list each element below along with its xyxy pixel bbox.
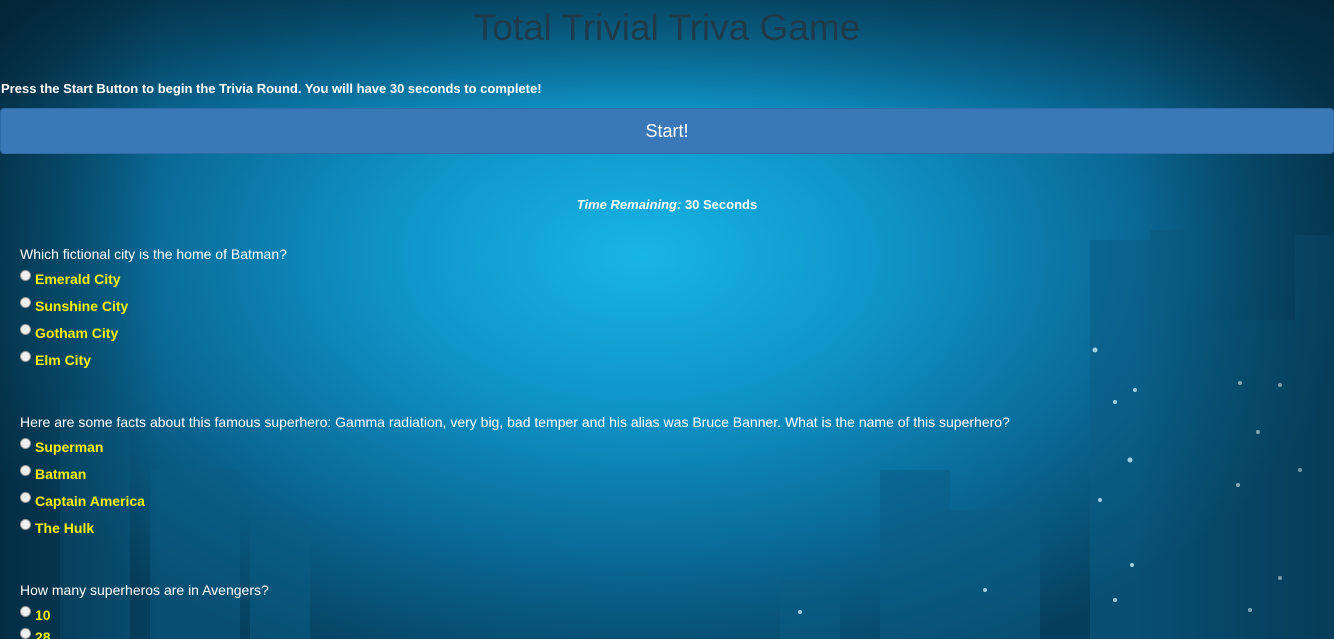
answer-label[interactable]: 10 [35, 607, 51, 623]
radio-button[interactable] [20, 465, 31, 476]
answer-label[interactable]: Superman [35, 439, 103, 455]
answer-option[interactable]: Sunshine City [20, 292, 287, 319]
answer-label[interactable]: Captain America [35, 493, 145, 509]
question-2: Here are some facts about this famous su… [20, 414, 1010, 541]
answer-option[interactable]: Elm City [20, 346, 287, 373]
question-1: Which fictional city is the home of Batm… [20, 246, 287, 373]
answer-label[interactable]: Sunshine City [35, 298, 128, 314]
question-text: How many superheros are in Avengers? [20, 582, 269, 598]
time-remaining: Time Remaining: 30 Seconds [0, 197, 1334, 213]
answer-label[interactable]: Elm City [35, 352, 91, 368]
radio-button[interactable] [20, 297, 31, 308]
answer-option[interactable]: 28 [20, 628, 269, 639]
radio-button[interactable] [20, 492, 31, 503]
page-title: Total Trivial Triva Game [473, 7, 861, 48]
answer-option[interactable]: Batman [20, 460, 1010, 487]
answer-option[interactable]: Gotham City [20, 319, 287, 346]
question-text: Here are some facts about this famous su… [20, 414, 1010, 430]
answer-option[interactable]: Emerald City [20, 265, 287, 292]
answer-option[interactable]: Captain America [20, 487, 1010, 514]
answer-option[interactable]: The Hulk [20, 514, 1010, 541]
radio-button[interactable] [20, 351, 31, 362]
answer-label[interactable]: The Hulk [35, 520, 94, 536]
radio-button[interactable] [20, 519, 31, 530]
radio-button[interactable] [20, 324, 31, 335]
trivia-page: Total Trivial Triva Game Press the Start… [0, 0, 1334, 639]
radio-button[interactable] [20, 606, 31, 617]
question-3: How many superheros are in Avengers? 10 … [20, 582, 269, 639]
time-remaining-label: Time Remaining: [576, 197, 682, 212]
time-remaining-value: 30 Seconds [684, 197, 758, 212]
answer-option[interactable]: Superman [20, 433, 1010, 460]
instructions-text: Press the Start Button to begin the Triv… [1, 81, 542, 96]
radio-button[interactable] [20, 270, 31, 281]
radio-button[interactable] [20, 628, 31, 639]
answer-option[interactable]: 10 [20, 601, 269, 628]
answer-label[interactable]: Gotham City [35, 325, 118, 341]
question-text: Which fictional city is the home of Batm… [20, 246, 287, 262]
radio-button[interactable] [20, 438, 31, 449]
start-button[interactable]: Start! [0, 108, 1334, 154]
answer-label[interactable]: Batman [35, 466, 86, 482]
answer-label[interactable]: Emerald City [35, 271, 121, 287]
answer-label[interactable]: 28 [35, 629, 51, 639]
